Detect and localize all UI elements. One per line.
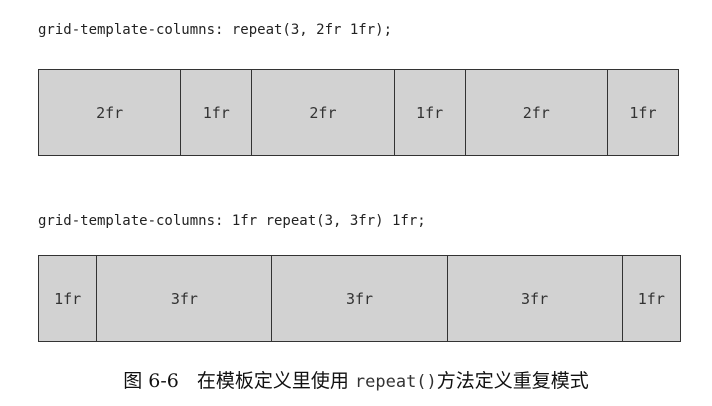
grid-cell: 1fr — [608, 70, 679, 155]
figure-number: 图 6-6 — [123, 370, 179, 392]
grid-cell: 1fr — [181, 70, 253, 155]
grid-track-row-1: 2fr 1fr 2fr 1fr 2fr 1fr — [38, 69, 679, 156]
grid-cell: 2fr — [466, 70, 608, 155]
caption-code: repeat() — [354, 372, 437, 392]
grid-cell: 3fr — [272, 256, 448, 341]
grid-cell: 3fr — [448, 256, 623, 341]
grid-cell: 3fr — [97, 256, 273, 341]
caption-text-after: 方法定义重复模式 — [436, 370, 589, 392]
grid-cell: 1fr — [395, 70, 466, 155]
figure-caption: 图 6-6 在模板定义里使用 repeat()方法定义重复模式 — [0, 366, 712, 393]
grid-track-row-2: 1fr 3fr 3fr 3fr 1fr — [38, 255, 681, 342]
caption-text-before: 在模板定义里使用 — [196, 370, 355, 392]
code-snippet-repeat-3fr: grid-template-columns: 1fr repeat(3, 3fr… — [38, 213, 426, 229]
grid-cell: 1fr — [39, 256, 98, 341]
grid-cell: 1fr — [623, 256, 681, 341]
code-snippet-repeat-2fr-1fr: grid-template-columns: repeat(3, 2fr 1fr… — [38, 22, 393, 38]
grid-cell: 2fr — [252, 70, 395, 155]
grid-cell: 2fr — [39, 70, 182, 155]
